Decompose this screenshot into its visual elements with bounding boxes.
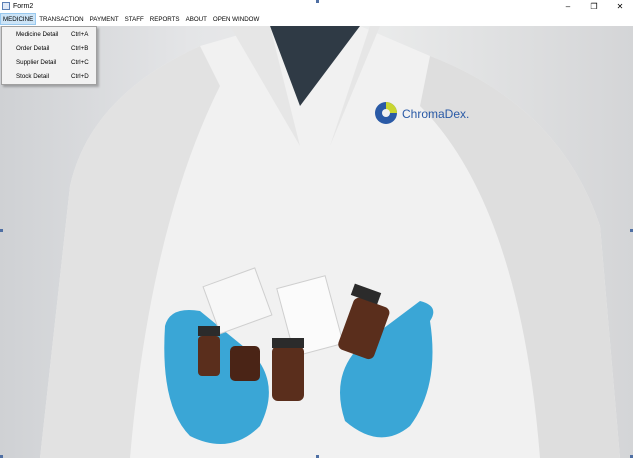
background-photo: ChromaDex. [0,26,633,458]
dropdown-item-supplier-detail[interactable]: Supplier Detail Ctrl+C [2,55,96,69]
menu-about[interactable]: ABOUT [183,13,210,25]
dropdown-item-order-detail[interactable]: Order Detail Ctrl+B [2,41,96,55]
resize-handle-left[interactable] [0,229,3,232]
maximize-button[interactable]: ❐ [581,0,607,12]
dropdown-item-shortcut: Ctrl+D [71,72,89,80]
medicine-dropdown: Medicine Detail Ctrl+A Order Detail Ctrl… [1,26,97,85]
app-icon[interactable] [2,2,10,10]
dropdown-item-shortcut: Ctrl+C [71,58,89,66]
menu-staff[interactable]: STAFF [122,13,147,25]
pharmacist-illustration: ChromaDex. [40,26,620,458]
dropdown-item-shortcut: Ctrl+A [71,30,89,38]
dropdown-item-medicine-detail[interactable]: Medicine Detail Ctrl+A [2,27,96,41]
window-title: Form2 [13,2,34,10]
dropdown-item-label: Supplier Detail [16,58,57,66]
menu-open-window[interactable]: OPEN WINDOW [210,13,262,25]
dropdown-item-label: Order Detail [16,44,50,52]
minimize-button[interactable]: – [555,0,581,12]
dropdown-item-stock-detail[interactable]: Stock Detail Ctrl+D [2,69,96,83]
menu-payment[interactable]: PAYMENT [87,13,122,25]
dropdown-item-label: Stock Detail [16,72,50,80]
close-button[interactable]: ✕ [607,0,633,12]
menu-bar: MEDICINE TRANSACTION PAYMENT STAFF REPOR… [0,13,633,25]
dropdown-item-label: Medicine Detail [16,30,59,38]
resize-handle-top[interactable] [316,0,319,3]
logo-text: ChromaDex. [402,107,469,121]
dropdown-item-shortcut: Ctrl+B [71,44,89,52]
window-controls: – ❐ ✕ [555,0,633,12]
menu-medicine[interactable]: MEDICINE [0,13,37,25]
menu-transaction[interactable]: TRANSACTION [36,13,86,25]
menu-reports[interactable]: REPORTS [147,13,183,25]
